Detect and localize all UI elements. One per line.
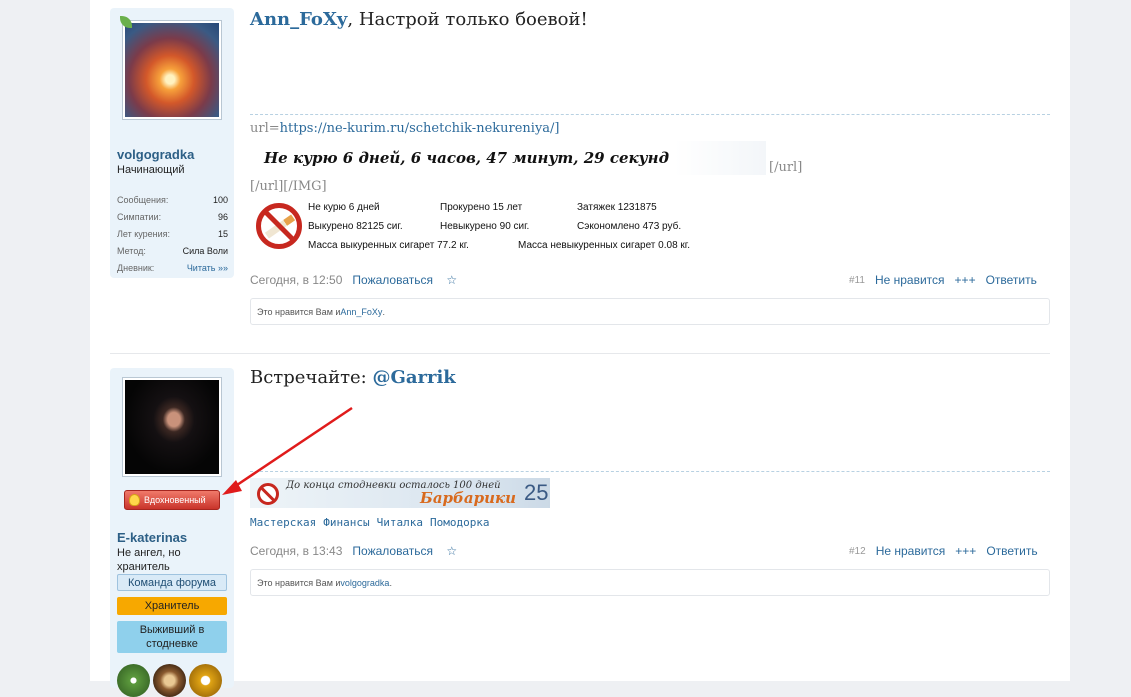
stat-row: Лет курения: 15: [117, 225, 228, 242]
post-time[interactable]: Сегодня, в 12:50: [250, 273, 342, 287]
tag-forum-team[interactable]: Команда форума: [117, 574, 227, 591]
stat-row: Симпатии: 96: [117, 208, 228, 225]
avatar-image: [125, 23, 219, 117]
likes-user-link[interactable]: volgogradka: [340, 578, 389, 588]
counter-text: Не курю 6 дней, 6 часов, 47 минут, 29 се…: [264, 149, 669, 167]
report-link[interactable]: Пожаловаться: [352, 273, 433, 287]
avatar[interactable]: [122, 377, 222, 477]
post-message: Ann_FoXy, Настрой только боевой!: [250, 9, 588, 30]
lightbulb-icon: [129, 494, 140, 506]
inspired-badge[interactable]: Вдохновенный: [124, 490, 220, 510]
ns-stat: Сэкономлено 473 руб.: [577, 221, 682, 232]
ns-stat: Масса невыкуренных сигарет 0.08 кг.: [518, 240, 690, 251]
post-message: Встречайте: @Garrik: [250, 367, 456, 388]
likes-user-link[interactable]: Ann_FoXy: [340, 307, 382, 317]
plus-button[interactable]: +++: [955, 273, 976, 287]
message-text: Встречайте:: [250, 367, 373, 388]
dislike-button[interactable]: Не нравится: [876, 544, 946, 558]
dislike-button[interactable]: Не нравится: [875, 273, 945, 287]
tag-survivor[interactable]: Выживший в стодневке: [117, 621, 227, 653]
signature-url-link[interactable]: https://ne-kurim.ru/schetchik-nekureniya…: [280, 121, 560, 136]
mention-link[interactable]: @Garrik: [372, 367, 455, 388]
challenge-number: 25: [524, 480, 549, 505]
challenge-banner[interactable]: До конца стодневки осталось 100 дней Бар…: [250, 478, 550, 508]
plus-button[interactable]: +++: [955, 544, 976, 558]
stat-value: 100: [212, 194, 228, 205]
signature-links: Мастерская Финансы Читалка Помодорка: [250, 516, 490, 529]
report-link[interactable]: Пожаловаться: [352, 544, 433, 558]
message-text: , Настрой только боевой!: [347, 9, 588, 30]
url-img-close-tag: [/url][/IMG]: [250, 179, 327, 194]
url-prefix: url=: [250, 121, 280, 136]
post-actions: #11 Не нравится +++ Ответить: [849, 273, 1037, 287]
avatar-image: [125, 380, 219, 474]
ns-stat: Выкурено 82125 сиг.: [308, 221, 403, 232]
ns-stat: Не курю 6 дней: [308, 202, 380, 213]
post-author-sidebar: Вдохновенный E-katerinas Не ангел, но хр…: [110, 368, 234, 697]
url-close-tag: [/url]: [769, 160, 803, 175]
post-actions: #12 Не нравится +++ Ответить: [849, 544, 1038, 558]
ns-stat: Затяжек 1231875: [577, 202, 657, 213]
signature-divider: [250, 471, 1050, 472]
stat-value: 15: [217, 228, 228, 239]
post-meta: Сегодня, в 13:43 Пожаловаться ☆: [250, 544, 457, 558]
stat-row: Дневник: Читать »»: [117, 259, 228, 276]
post-time[interactable]: Сегодня, в 13:43: [250, 544, 342, 558]
user-stats: Сообщения: 100 Симпатии: 96 Лет курения: 15…: [117, 191, 228, 276]
stat-label: Лет курения:: [117, 228, 171, 239]
likes-summary: Это нравится Вам и Ann_FoXy.: [250, 298, 1050, 325]
post-number[interactable]: #12: [849, 546, 866, 557]
signature-url-line: url=https://ne-kurim.ru/schetchik-nekure…: [250, 121, 560, 136]
reply-button[interactable]: Ответить: [986, 544, 1037, 558]
user-title: Начинающий: [117, 164, 185, 176]
badge-label: Вдохновенный: [144, 495, 206, 505]
link-reader[interactable]: Читалка: [377, 516, 423, 529]
post-meta: Сегодня, в 12:50 Пожаловаться ☆: [250, 273, 457, 287]
stat-label: Дневник:: [117, 262, 155, 273]
star-icon[interactable]: ☆: [446, 273, 457, 287]
challenge-brand: Барбарики: [420, 489, 517, 507]
signature-divider: [250, 114, 1050, 115]
ns-stat: Невыкурено 90 сиг.: [440, 221, 530, 232]
stat-label: Сообщения:: [117, 194, 169, 205]
stat-value: Сила Воли: [182, 245, 228, 256]
link-workshop[interactable]: Мастерская: [250, 516, 316, 529]
post-separator: [110, 353, 1050, 354]
username[interactable]: volgogradka: [117, 147, 194, 162]
link-finance[interactable]: Финансы: [323, 516, 369, 529]
counter-banner[interactable]: Не курю 6 дней, 6 часов, 47 минут, 29 се…: [256, 141, 766, 175]
mention-link[interactable]: Ann_FoXy: [250, 9, 347, 30]
nosmoke-stats-banner[interactable]: Не курю 6 дней Прокурено 15 лет Затяжек …: [250, 194, 733, 256]
likes-prefix: Это нравится Вам и: [257, 577, 341, 588]
likes-suffix: .: [389, 577, 392, 588]
likes-prefix: Это нравится Вам и: [257, 306, 341, 317]
user-title: Не ангел, но хранитель: [117, 547, 181, 573]
ns-stat: Масса выкуренных сигарет 77.2 кг.: [308, 240, 469, 251]
username[interactable]: E-katerinas: [117, 530, 187, 545]
no-smoking-icon: [257, 483, 279, 505]
avatar[interactable]: [122, 20, 222, 120]
star-icon[interactable]: ☆: [446, 544, 457, 558]
stat-row: Сообщения: 100: [117, 191, 228, 208]
likes-suffix: .: [382, 306, 385, 317]
post-author-sidebar: volgogradka Начинающий Сообщения: 100 Сим…: [110, 8, 234, 278]
no-smoking-icon: [256, 203, 302, 249]
stat-row: Метод: Сила Воли: [117, 242, 228, 259]
tag-keeper[interactable]: Хранитель: [117, 597, 227, 615]
stat-label: Метод:: [117, 245, 146, 256]
forum-thread: volgogradka Начинающий Сообщения: 100 Сим…: [90, 0, 1070, 697]
ns-stat: Прокурено 15 лет: [440, 202, 523, 213]
reply-button[interactable]: Ответить: [986, 273, 1037, 287]
stat-value: 96: [217, 211, 228, 222]
diary-link[interactable]: Читать »»: [187, 263, 228, 273]
stat-label: Симпатии:: [117, 211, 162, 222]
post-number[interactable]: #11: [849, 275, 865, 286]
likes-summary: Это нравится Вам и volgogradka.: [250, 569, 1050, 596]
link-pomodoro[interactable]: Помодорка: [430, 516, 490, 529]
